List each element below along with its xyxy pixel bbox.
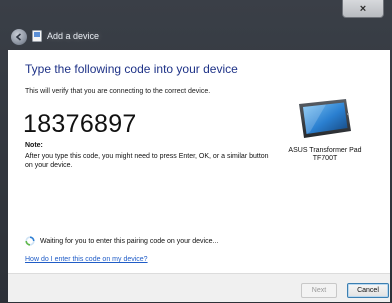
note-label: Note: <box>25 142 43 149</box>
add-device-window: Add a device × Type the following code i… <box>0 0 392 303</box>
bluetooth-device-icon <box>32 30 42 42</box>
title-bar: Add a device × <box>0 0 392 47</box>
back-arrow-icon <box>15 33 22 41</box>
window-title: Add a device <box>47 31 100 41</box>
content-area: Type the following code into your device… <box>8 50 390 273</box>
help-link[interactable]: How do I enter this code on my device? <box>25 256 148 263</box>
spinner-icon <box>25 236 35 246</box>
status-text: Waiting for you to enter this pairing co… <box>40 237 219 245</box>
cancel-button[interactable]: Cancel <box>347 283 389 298</box>
tablet-device-icon <box>299 99 351 138</box>
next-button[interactable]: Next <box>301 283 337 298</box>
footer-bar: Next Cancel <box>8 273 390 302</box>
note-text: After you type this code, you might need… <box>25 153 269 169</box>
back-button[interactable] <box>10 28 28 46</box>
page-description: This will verify that you are connecting… <box>25 88 211 95</box>
device-name: ASUS Transformer Pad TF700T <box>288 147 362 162</box>
pairing-code: 18376897 <box>23 110 137 138</box>
close-button[interactable]: × <box>342 0 384 18</box>
status-row: Waiting for you to enter this pairing co… <box>25 236 218 246</box>
page-heading: Type the following code into your device <box>25 62 238 76</box>
